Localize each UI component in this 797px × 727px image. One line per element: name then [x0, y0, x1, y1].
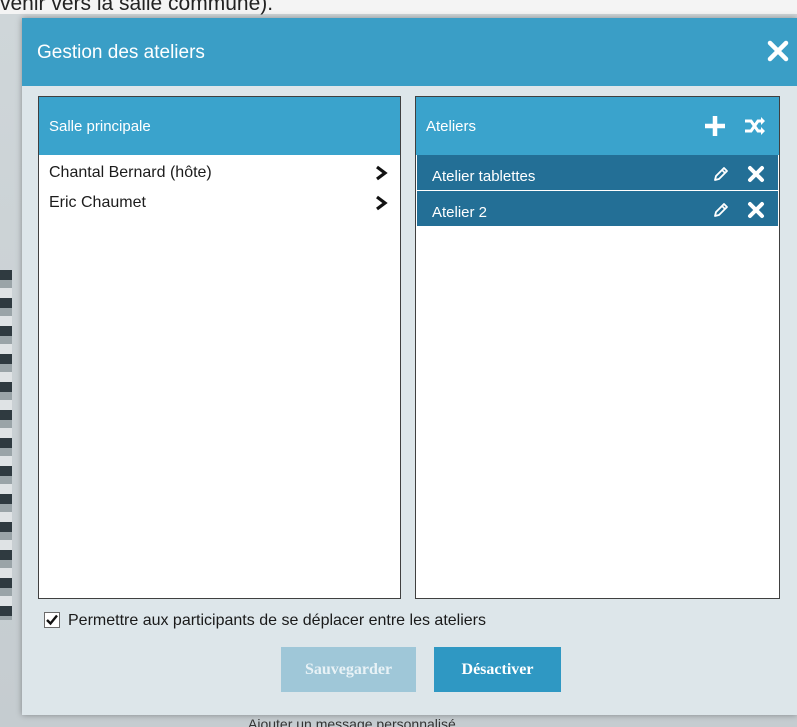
- main-room-header: Salle principale: [39, 97, 400, 155]
- background-text: venir vers la salle commune).: [0, 0, 274, 15]
- deactivate-button[interactable]: Désactiver: [434, 647, 561, 692]
- participant-row[interactable]: Eric Chaumet: [39, 185, 400, 215]
- workshop-row[interactable]: Atelier tablettes: [417, 155, 778, 190]
- workshop-management-dialog: Gestion des ateliers Salle principale Ch…: [22, 18, 797, 715]
- background-link: Ajouter un message personnalisé: [248, 716, 456, 727]
- save-button[interactable]: Sauvegarder: [281, 647, 416, 692]
- participant-name: Eric Chaumet: [49, 194, 146, 211]
- participant-name: Chantal Bernard (hôte): [49, 164, 212, 181]
- workshop-row[interactable]: Atelier 2: [417, 191, 778, 226]
- background-image-strip: [0, 270, 12, 620]
- close-icon[interactable]: [746, 200, 766, 220]
- allow-move-label: Permettre aux participants de se déplace…: [68, 612, 486, 629]
- close-icon[interactable]: [746, 164, 766, 184]
- shuffle-icon[interactable]: [743, 114, 767, 138]
- dialog-title: Gestion des ateliers: [37, 42, 205, 63]
- plus-icon[interactable]: [703, 114, 727, 138]
- close-icon[interactable]: [765, 38, 791, 64]
- chevron-right-icon[interactable]: [374, 195, 388, 211]
- pencil-icon[interactable]: [712, 165, 730, 183]
- workshop-name: Atelier 2: [432, 204, 488, 221]
- workshops-title: Ateliers: [426, 118, 477, 135]
- chevron-right-icon[interactable]: [374, 165, 388, 181]
- workshops-panel: Ateliers Atelier tablettes Atelier 2: [415, 96, 780, 599]
- main-room-panel: Salle principale Chantal Bernard (hôte) …: [38, 96, 401, 599]
- allow-move-checkbox[interactable]: [44, 612, 60, 628]
- pencil-icon[interactable]: [712, 201, 730, 219]
- workshops-header: Ateliers: [416, 97, 779, 155]
- main-room-title: Salle principale: [49, 118, 151, 135]
- participant-row[interactable]: Chantal Bernard (hôte): [39, 155, 400, 185]
- workshop-name: Atelier tablettes: [432, 168, 536, 185]
- dialog-header: Gestion des ateliers: [22, 18, 797, 86]
- allow-move-option: Permettre aux participants de se déplace…: [44, 610, 644, 632]
